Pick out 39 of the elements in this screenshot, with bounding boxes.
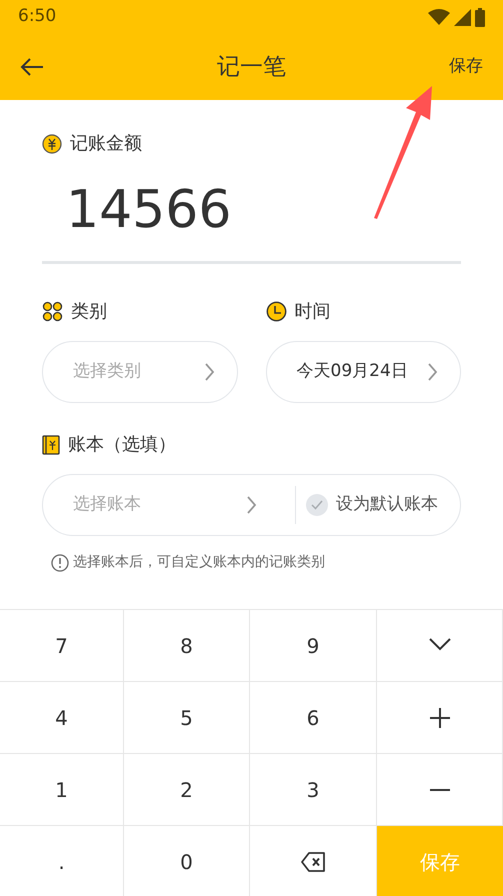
battery-icon xyxy=(475,8,485,26)
clover-icon xyxy=(42,301,63,322)
book-label: 账本（选填） xyxy=(68,433,176,457)
save-link[interactable]: 保存 xyxy=(449,54,483,80)
keypad-key[interactable]: 8 xyxy=(124,610,250,682)
keypad-key[interactable]: 9 xyxy=(250,610,377,682)
keypad-key[interactable]: 4 xyxy=(0,682,124,754)
wifi-icon xyxy=(428,9,450,25)
status-time: 6:50 xyxy=(18,5,56,28)
keypad-key[interactable]: 1 xyxy=(0,754,124,826)
check-icon xyxy=(311,500,323,510)
time-label: 时间 xyxy=(294,300,330,324)
back-button[interactable] xyxy=(20,57,44,77)
keypad-key[interactable]: 2 xyxy=(124,754,250,826)
keypad-key[interactable]: 5 xyxy=(124,682,250,754)
plus-key[interactable] xyxy=(377,682,503,754)
info-icon xyxy=(51,554,69,572)
minus-icon xyxy=(430,788,450,790)
chevron-right-icon xyxy=(204,362,214,382)
ledger-book-icon xyxy=(42,434,60,454)
page-title: 记一笔 xyxy=(217,52,286,82)
keypad-key[interactable]: 7 xyxy=(0,610,124,682)
keypad-key[interactable]: 3 xyxy=(250,754,377,826)
yuan-coin-icon xyxy=(42,134,62,154)
amount-label: 记账金额 xyxy=(70,132,142,156)
date-select[interactable]: 今天09月24日 xyxy=(266,341,461,403)
collapse-keypad-key[interactable] xyxy=(377,610,503,682)
chevron-right-icon xyxy=(246,495,257,515)
category-label: 类别 xyxy=(71,300,107,324)
backspace-icon xyxy=(300,850,326,874)
keypad-key[interactable]: 6 xyxy=(250,682,377,754)
default-checkbox[interactable] xyxy=(306,494,328,516)
minus-key[interactable] xyxy=(377,754,503,826)
chevron-right-icon xyxy=(427,362,438,382)
book-hint: 选择账本后，可自定义账本内的记账类别 xyxy=(73,553,325,572)
clock-icon xyxy=(266,301,286,322)
signal-icon xyxy=(454,8,471,26)
default-book-label: 设为默认账本 xyxy=(336,493,438,516)
amount-value[interactable]: 14566 xyxy=(42,171,461,249)
